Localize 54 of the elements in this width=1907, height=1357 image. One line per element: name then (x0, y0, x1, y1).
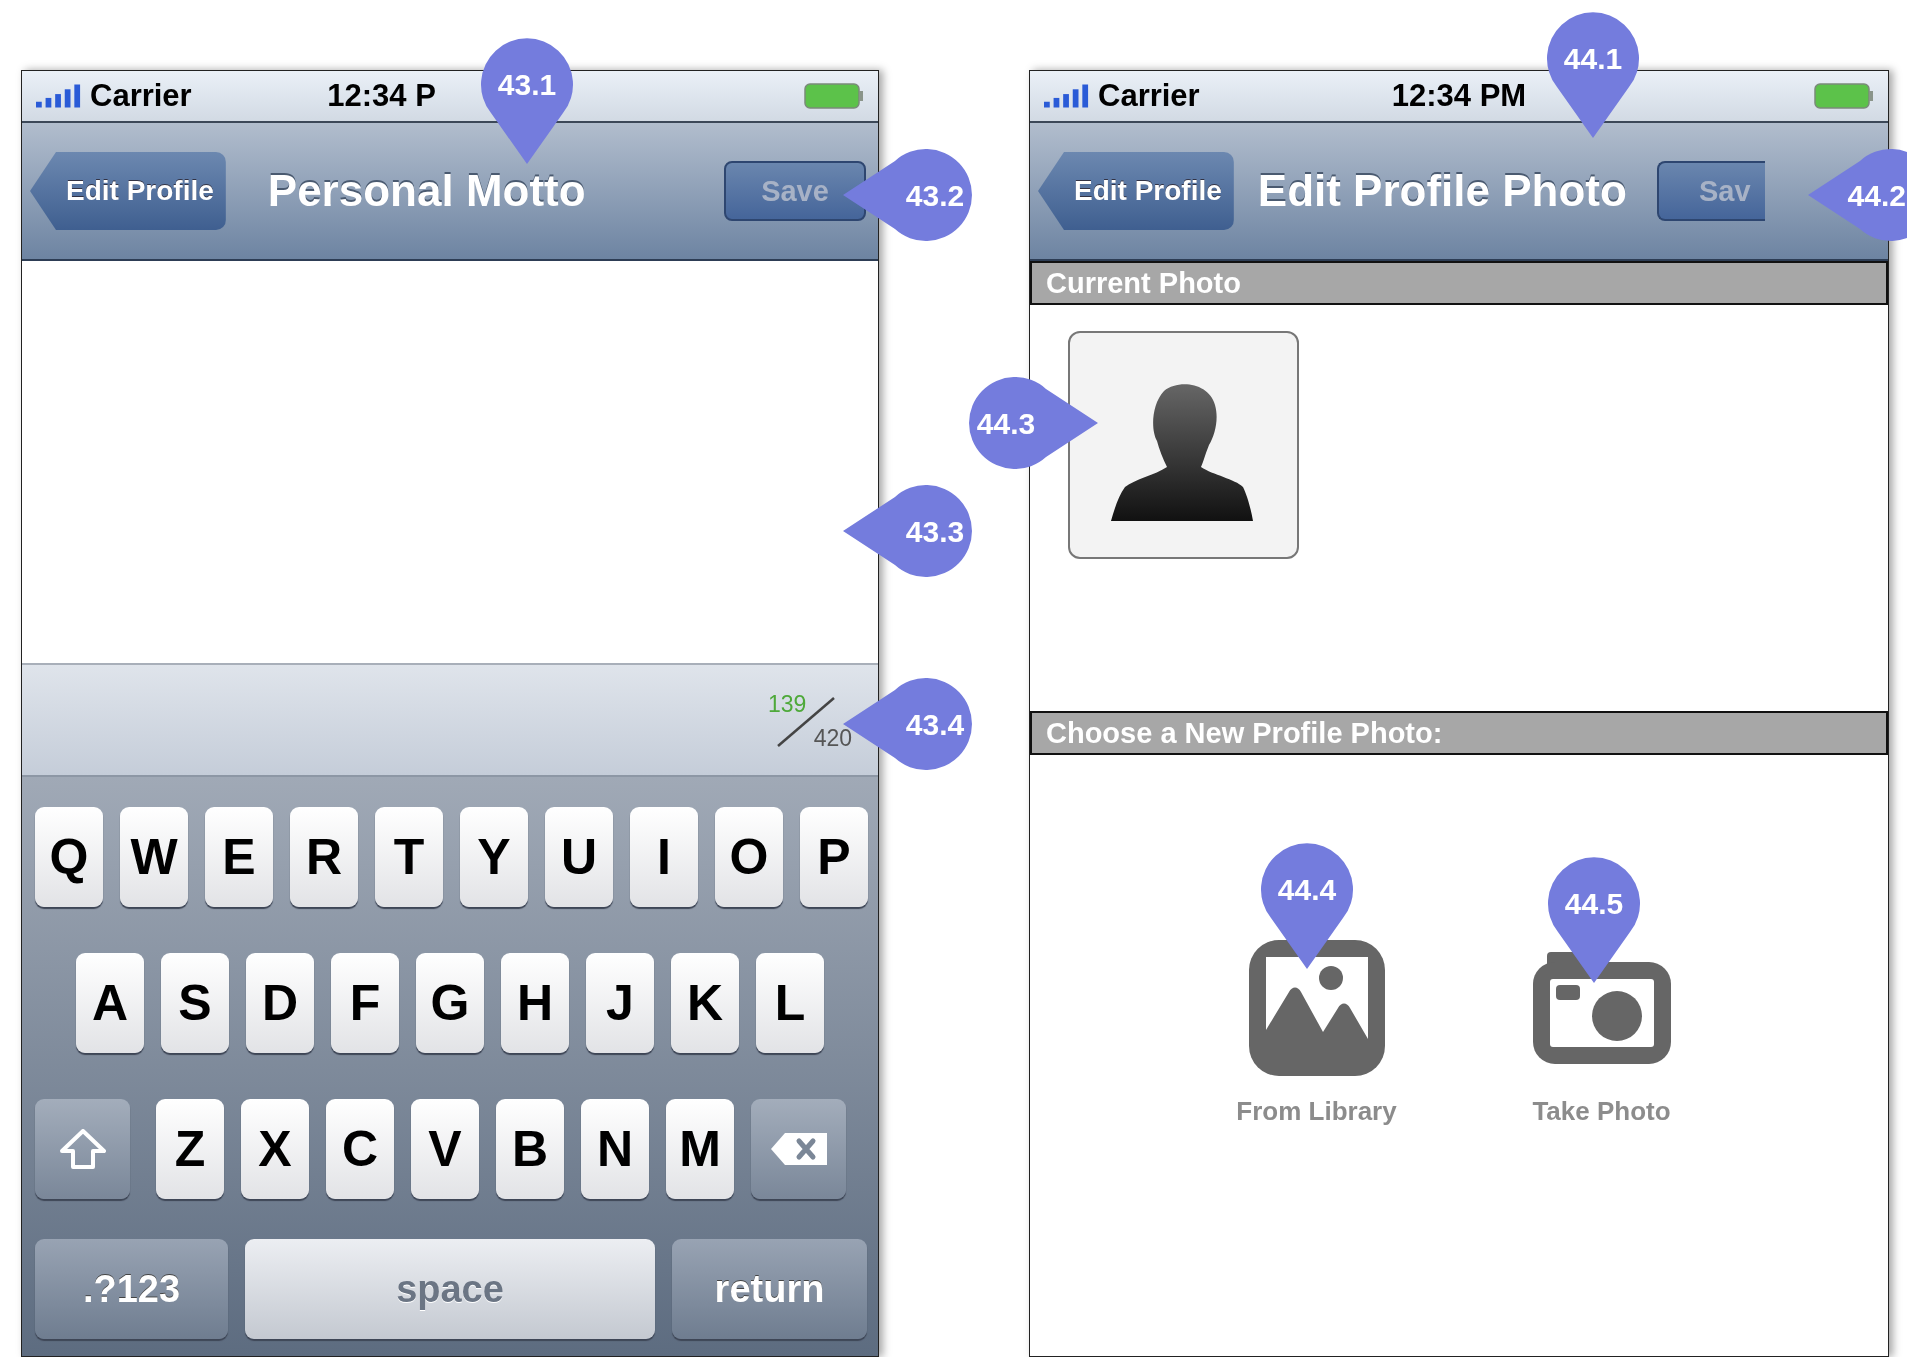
letter-key[interactable]: A (76, 953, 144, 1053)
callout-pin: 44.2 (1808, 149, 1907, 241)
backspace-key[interactable] (751, 1099, 846, 1199)
backspace-icon (768, 1131, 829, 1167)
screen-title: Personal Motto (267, 166, 586, 216)
letter-key[interactable]: N (581, 1099, 649, 1199)
letter-key[interactable]: U (545, 807, 613, 907)
letter-key[interactable]: C (326, 1099, 394, 1199)
letter-key[interactable]: P (800, 807, 868, 907)
letter-key[interactable]: X (241, 1099, 309, 1199)
letter-key[interactable]: S (161, 953, 229, 1053)
callout-pin: 44.5 (1548, 857, 1640, 983)
clock-time: 12:34 PM (1391, 78, 1527, 114)
letter-key[interactable]: V (411, 1099, 479, 1199)
letter-key[interactable]: R (290, 807, 358, 907)
back-button[interactable]: Edit Profile (1038, 152, 1234, 230)
letter-key[interactable]: H (501, 953, 569, 1053)
characters-used: 139 (768, 691, 808, 718)
letter-key[interactable]: F (331, 953, 399, 1053)
back-button[interactable]: Edit Profile (30, 152, 226, 230)
callout-pin: 43.1 (481, 38, 573, 164)
section-header: Current Photo (1030, 261, 1888, 305)
letter-key[interactable]: I (630, 807, 698, 907)
battery-icon (804, 83, 864, 109)
character-limit: 420 (813, 725, 852, 752)
battery-icon (1814, 83, 1874, 109)
letter-key[interactable]: E (205, 807, 273, 907)
clock-time: 12:34 P (327, 78, 436, 114)
carrier-name: Carrier (90, 78, 192, 114)
letter-key[interactable]: Y (460, 807, 528, 907)
photo-frame[interactable] (1068, 331, 1299, 559)
letter-key[interactable]: T (375, 807, 443, 907)
letter-key[interactable]: G (416, 953, 484, 1053)
letter-key[interactable]: M (666, 1099, 734, 1199)
signal-icon (36, 84, 82, 108)
letter-key[interactable]: Z (156, 1099, 224, 1199)
letter-key[interactable]: W (120, 807, 188, 907)
letter-key[interactable]: D (246, 953, 314, 1053)
carrier-name: Carrier (1098, 78, 1200, 114)
letter-key[interactable]: O (715, 807, 783, 907)
shift-arrow-icon (59, 1129, 106, 1169)
screen-title: Edit Profile Photo (1257, 166, 1627, 216)
section-header: Choose a New Profile Photo: (1030, 711, 1888, 755)
letter-key[interactable]: B (496, 1099, 564, 1199)
callout-pin: 44.4 (1261, 843, 1353, 969)
camera-icon[interactable] (1532, 952, 1671, 1064)
letter-key[interactable]: L (756, 953, 824, 1053)
letter-key[interactable]: K (671, 953, 739, 1053)
letter-key[interactable]: Q (35, 807, 103, 907)
letter-key[interactable]: J (586, 953, 654, 1053)
callout-pin: 44.1 (1547, 12, 1639, 138)
picture-icon[interactable] (1248, 940, 1385, 1076)
signal-icon (1044, 84, 1090, 108)
shift-key[interactable] (35, 1099, 130, 1199)
